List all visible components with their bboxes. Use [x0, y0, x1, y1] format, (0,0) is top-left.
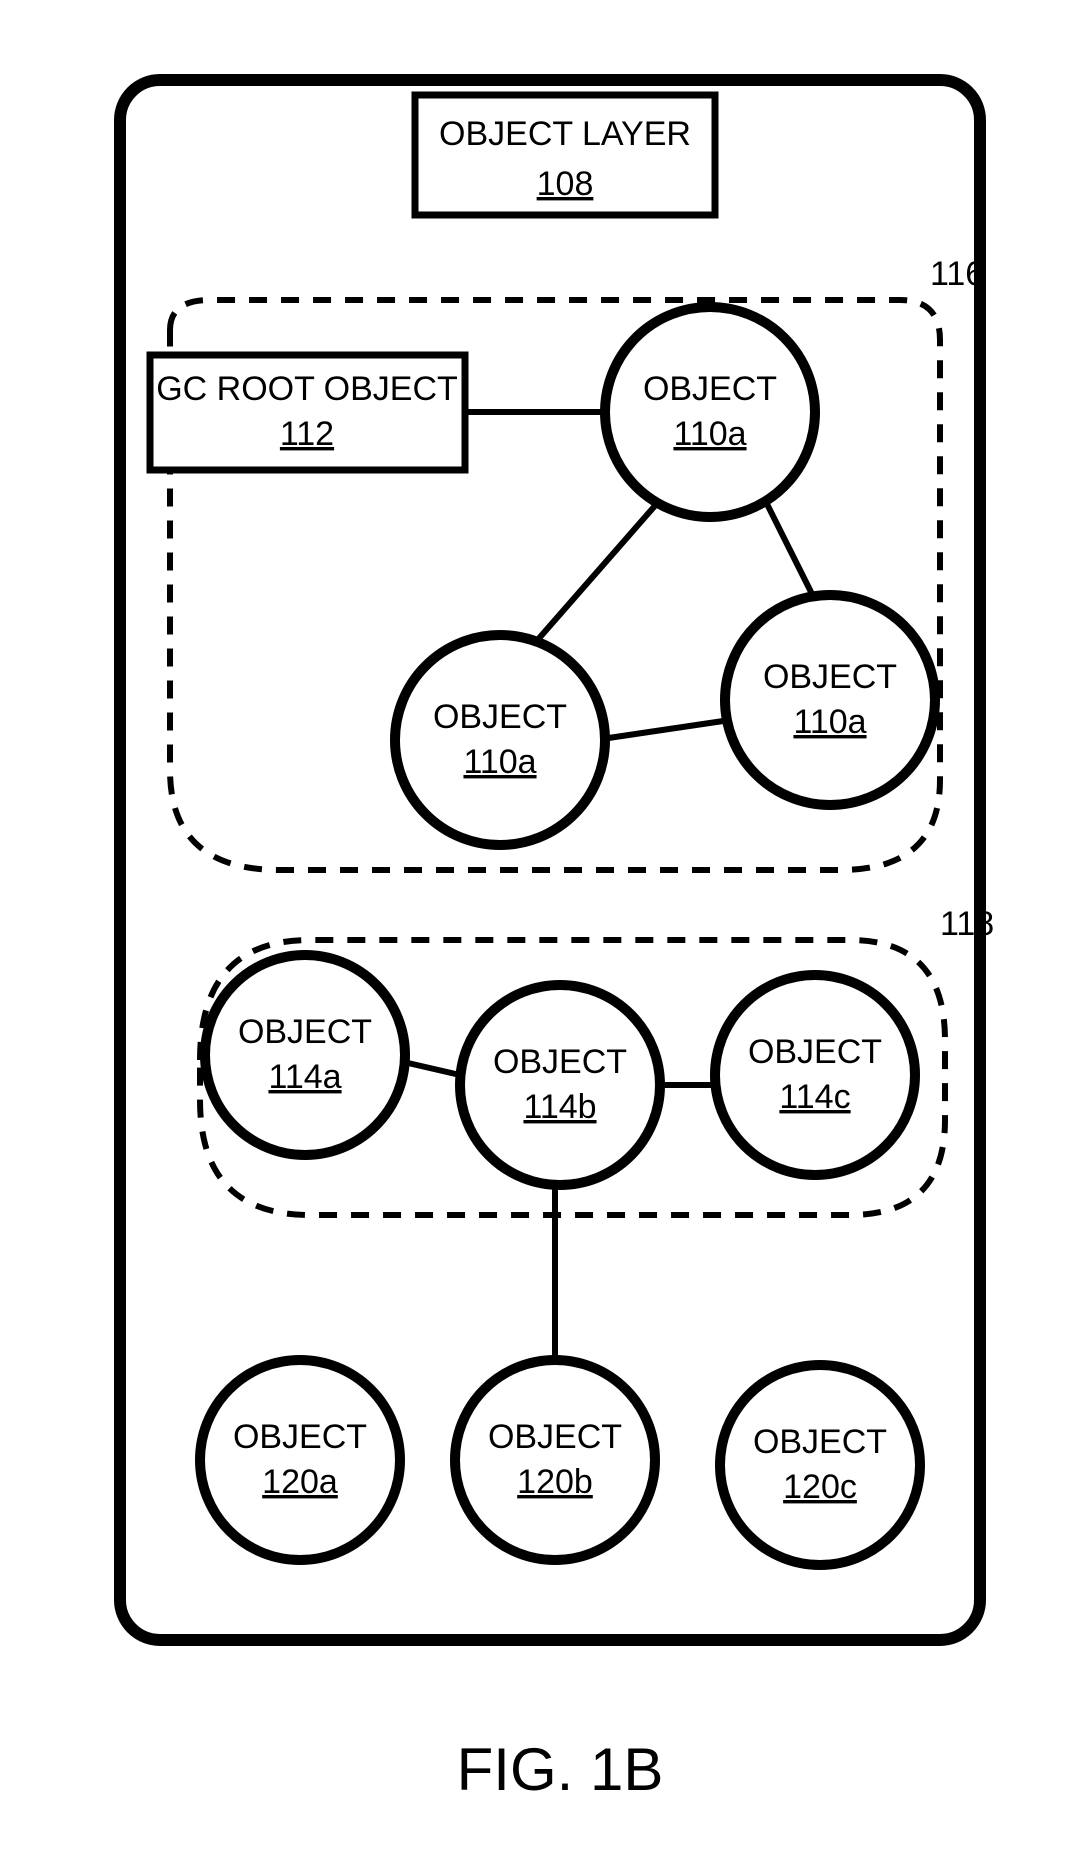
object-114c-ref: 114c	[779, 1078, 850, 1116]
edge-110a1-110a2	[520, 500, 660, 660]
object-110a-br-title: OBJECT	[763, 658, 897, 696]
object-110a-top-title: OBJECT	[643, 370, 777, 408]
object-120b-ref: 120b	[517, 1463, 593, 1501]
object-110a-top-ref: 110a	[673, 415, 746, 453]
figure-label: FIG. 1B	[457, 1736, 664, 1803]
object-114b	[460, 985, 660, 1185]
object-110a-bl-ref: 110a	[463, 743, 536, 781]
object-110a-bl	[395, 635, 605, 845]
object-114b-ref: 114b	[523, 1088, 596, 1126]
object-120a-title: OBJECT	[233, 1418, 367, 1456]
object-114b-title: OBJECT	[493, 1043, 627, 1081]
object-120c	[720, 1365, 920, 1565]
object-110a-top	[605, 307, 815, 517]
object-layer-title: OBJECT LAYER	[439, 115, 691, 153]
object-120a	[200, 1360, 400, 1560]
object-114c-title: OBJECT	[748, 1033, 882, 1071]
object-114a	[205, 955, 405, 1155]
object-110a-bl-title: OBJECT	[433, 698, 567, 736]
object-120c-ref: 120c	[783, 1468, 857, 1506]
object-layer-ref: 108	[537, 165, 594, 203]
object-110a-br-ref: 110a	[793, 703, 866, 741]
gc-root-ref: 112	[280, 415, 334, 453]
object-114a-title: OBJECT	[238, 1013, 372, 1051]
object-114a-ref: 114a	[268, 1058, 341, 1096]
gc-root-title: GC ROOT OBJECT	[156, 370, 458, 408]
object-120a-ref: 120a	[262, 1463, 338, 1501]
object-120b-title: OBJECT	[488, 1418, 622, 1456]
object-120c-title: OBJECT	[753, 1423, 887, 1461]
group-116-label: 116	[930, 255, 984, 293]
object-110a-br	[725, 595, 935, 805]
edge-110a2-110a3	[595, 720, 730, 740]
group-118-label: 118	[940, 905, 994, 943]
object-114c	[715, 975, 915, 1175]
object-120b	[455, 1360, 655, 1560]
